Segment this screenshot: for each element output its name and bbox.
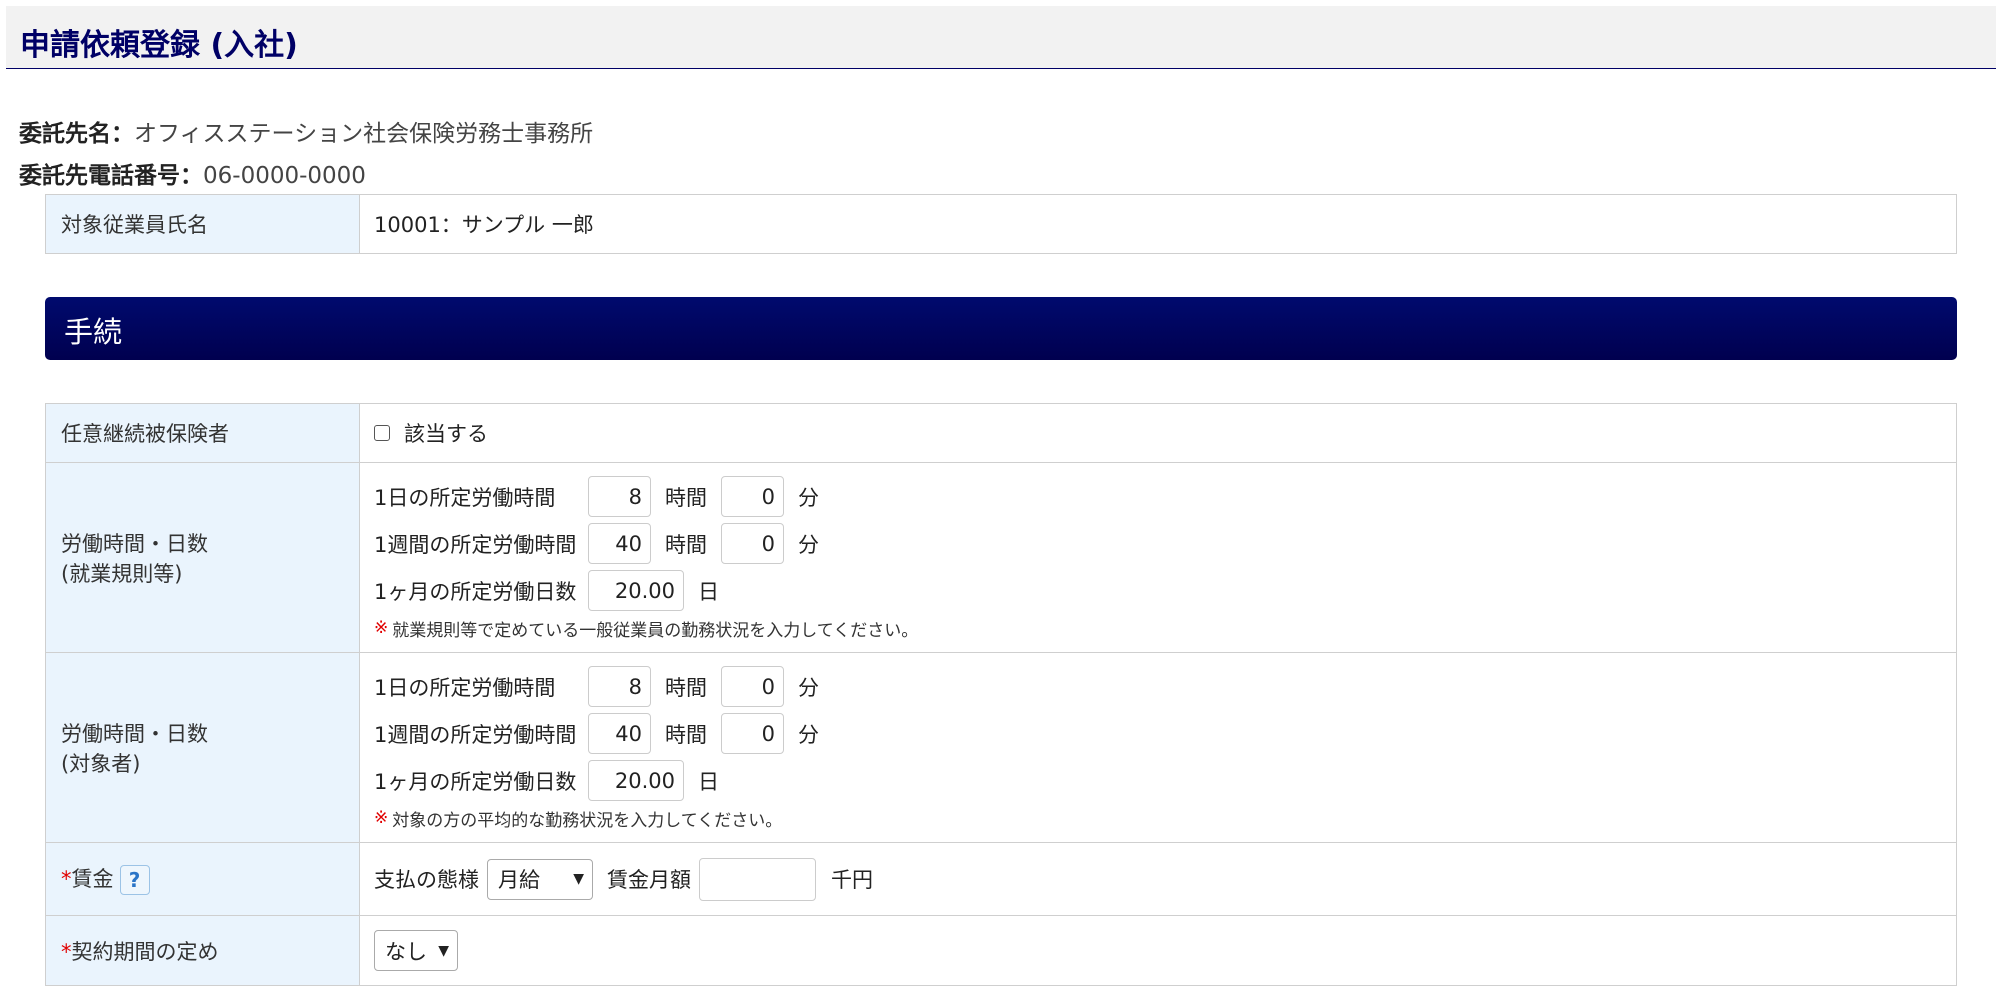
contract-row: *契約期間の定め なし ▼ (45, 915, 1957, 986)
optional-insured-checkbox[interactable] (374, 425, 390, 441)
procedure-table: 任意継続被保険者 該当する 労働時間・日数 (就業規則等) 1日の所定労働時間 … (45, 403, 1957, 986)
monthly-wage-input[interactable] (699, 857, 816, 901)
optional-insured-row: 任意継続被保険者 該当する (45, 403, 1957, 463)
target-person-row: 労働時間・日数 (対象者) 1日の所定労働時間 時間 分 1週間の所定労働時間 … (45, 652, 1957, 843)
target-person-weekly-row: 1週間の所定労働時間 時間 分 (374, 710, 1942, 757)
wage-required-mark: * (61, 867, 72, 891)
employee-label: 対象従業員氏名 (45, 194, 360, 254)
hours-unit: 時間 (665, 532, 707, 557)
wage-unit: 千円 (831, 868, 873, 892)
consignee-phone-label: 委託先電話番号： (19, 163, 203, 189)
payment-type-selected: 月給 (498, 868, 540, 892)
target-person-weekly-label: 1週間の所定労働時間 (374, 722, 577, 747)
work-rules-weekly-hours-input[interactable] (588, 523, 651, 564)
chevron-down-icon: ▼ (438, 942, 449, 959)
contract-label: 契約期間の定め (71, 939, 219, 964)
hours-unit: 時間 (665, 722, 707, 747)
target-person-note: ※ 対象の方の平均的な勤務状況を入力してください。 (374, 804, 1942, 832)
page-title: 申請依頼登録 (入社) (20, 28, 298, 63)
contract-period-select[interactable]: なし ▼ (374, 930, 458, 971)
optional-insured-checkbox-wrap[interactable]: 該当する (374, 418, 1942, 448)
contract-required-mark: * (61, 939, 72, 964)
optional-insured-checkbox-label: 該当する (404, 422, 488, 446)
work-rules-note: ※ 就業規則等で定めている一般従業員の勤務状況を入力してください。 (374, 614, 1942, 642)
asterisk-note-icon: ※ (374, 808, 389, 828)
work-rules-daily-hours-input[interactable] (588, 476, 651, 517)
consignee-phone-value: 06-0000-0000 (203, 163, 366, 189)
work-rules-label-line2: (就業規則等) (61, 561, 183, 586)
target-person-daily-label: 1日の所定労働時間 (374, 675, 556, 700)
page-header: 申請依頼登録 (入社) (6, 6, 1996, 69)
wage-row: *賃金? 支払の態様 月給 ▼ 賃金月額 千円 (45, 842, 1957, 916)
work-rules-weekly-minutes-input[interactable] (721, 523, 784, 564)
consignee-phone-line: 委託先電話番号：06-0000-0000 (19, 156, 366, 190)
minutes-unit: 分 (798, 485, 819, 510)
wage-label: 賃金 (71, 867, 114, 891)
days-unit: 日 (698, 769, 719, 794)
work-rules-daily-row: 1日の所定労働時間 時間 分 (374, 473, 1942, 520)
target-person-label-line2: (対象者) (61, 751, 141, 776)
asterisk-note-icon: ※ (374, 618, 389, 638)
minutes-unit: 分 (798, 675, 819, 700)
work-rules-monthly-row: 1ヶ月の所定労働日数 日 (374, 567, 1942, 614)
consignee-name-line: 委託先名：オフィスステーション社会保険労務士事務所 (19, 114, 593, 148)
section-title: 手続 (64, 315, 123, 349)
employee-value: 10001：サンプル 一郎 (359, 194, 1957, 254)
target-person-daily-hours-input[interactable] (588, 666, 651, 707)
target-person-monthly-label: 1ヶ月の所定労働日数 (374, 769, 577, 794)
payment-type-select[interactable]: 月給 ▼ (487, 858, 593, 900)
target-person-daily-minutes-input[interactable] (721, 666, 784, 707)
target-person-note-text: 対象の方の平均的な勤務状況を入力してください。 (392, 810, 783, 831)
consignee-name-label: 委託先名： (19, 121, 134, 147)
section-header: 手続 (45, 297, 1957, 360)
chevron-down-icon: ▼ (573, 871, 584, 887)
work-rules-row: 労働時間・日数 (就業規則等) 1日の所定労働時間 時間 分 1週間の所定労働時… (45, 462, 1957, 653)
optional-insured-label: 任意継続被保険者 (45, 403, 360, 463)
days-unit: 日 (698, 579, 719, 604)
work-rules-note-text: 就業規則等で定めている一般従業員の勤務状況を入力してください。 (392, 620, 919, 641)
work-rules-monthly-days-input[interactable] (588, 570, 684, 611)
contract-period-selected: なし (385, 939, 427, 964)
question-icon[interactable]: ? (119, 865, 150, 895)
employee-row: 対象従業員氏名 10001：サンプル 一郎 (45, 194, 1957, 254)
work-rules-weekly-row: 1週間の所定労働時間 時間 分 (374, 520, 1942, 567)
monthly-wage-label: 賃金月額 (607, 868, 691, 892)
work-rules-daily-label: 1日の所定労働時間 (374, 485, 556, 510)
target-person-weekly-minutes-input[interactable] (721, 713, 784, 754)
consignee-name-value: オフィスステーション社会保険労務士事務所 (134, 121, 594, 147)
payment-type-label: 支払の態様 (374, 868, 479, 892)
target-person-monthly-row: 1ヶ月の所定労働日数 日 (374, 757, 1942, 804)
work-rules-weekly-label: 1週間の所定労働時間 (374, 532, 577, 557)
target-person-weekly-hours-input[interactable] (588, 713, 651, 754)
target-person-monthly-days-input[interactable] (588, 760, 684, 801)
wage-fields: 支払の態様 月給 ▼ 賃金月額 千円 (374, 856, 1942, 903)
target-person-daily-row: 1日の所定労働時間 時間 分 (374, 663, 1942, 710)
hours-unit: 時間 (665, 485, 707, 510)
target-person-label-line1: 労働時間・日数 (61, 721, 208, 746)
work-rules-label-line1: 労働時間・日数 (61, 531, 208, 556)
hours-unit: 時間 (665, 675, 707, 700)
minutes-unit: 分 (798, 722, 819, 747)
work-rules-daily-minutes-input[interactable] (721, 476, 784, 517)
minutes-unit: 分 (798, 532, 819, 557)
work-rules-monthly-label: 1ヶ月の所定労働日数 (374, 579, 577, 604)
employee-table: 対象従業員氏名 10001：サンプル 一郎 (45, 194, 1957, 254)
